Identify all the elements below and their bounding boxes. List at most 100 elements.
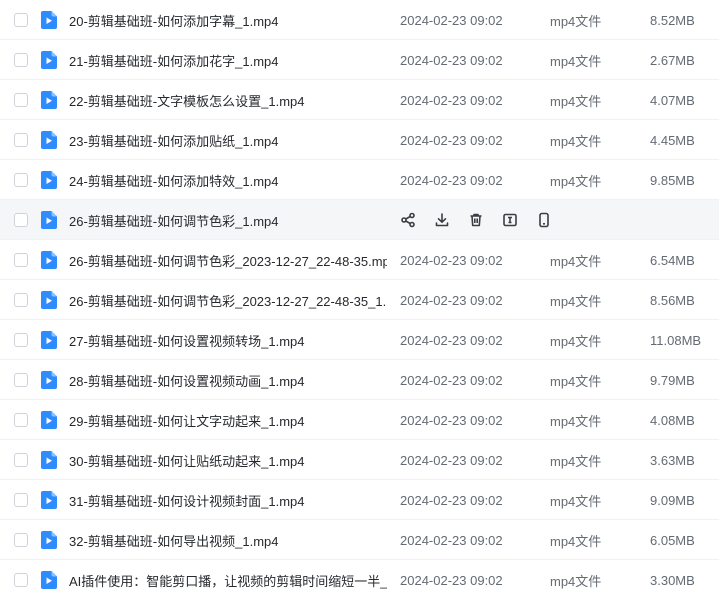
- file-size: 4.08MB: [650, 412, 695, 428]
- file-list: 20-剪辑基础班-如何添加字幕_1.mp4 2024-02-23 09:02 mp4…: [0, 0, 719, 594]
- video-file-icon: [41, 251, 57, 269]
- file-type: mp4文件: [550, 13, 602, 29]
- file-row[interactable]: 30-剪辑基础班-如何让贴纸动起来_1.mp4 2024-02-23 09:02 m…: [0, 440, 719, 480]
- file-name[interactable]: 23-剪辑基础班-如何添加贴纸_1.mp4: [69, 131, 387, 150]
- delete-icon[interactable]: [467, 211, 485, 229]
- file-date: 2024-02-23 09:02: [400, 12, 503, 28]
- row-checkbox[interactable]: [14, 333, 28, 347]
- file-name[interactable]: 26-剪辑基础班-如何调节色彩_2023-12-27_22-48-35_1...…: [69, 291, 387, 310]
- file-row[interactable]: 22-剪辑基础班-文字模板怎么设置_1.mp4 2024-02-23 09:02 m…: [0, 80, 719, 120]
- row-checkbox[interactable]: [14, 533, 28, 547]
- file-row[interactable]: 28-剪辑基础班-如何设置视频动画_1.mp4 2024-02-23 09:02 m…: [0, 360, 719, 400]
- file-name[interactable]: 22-剪辑基础班-文字模板怎么设置_1.mp4: [69, 91, 387, 110]
- file-name[interactable]: 21-剪辑基础班-如何添加花字_1.mp4: [69, 51, 387, 70]
- file-name[interactable]: 31-剪辑基础班-如何设计视频封面_1.mp4: [69, 491, 387, 510]
- file-name[interactable]: 27-剪辑基础班-如何设置视频转场_1.mp4: [69, 331, 387, 350]
- file-type: mp4文件: [550, 253, 602, 269]
- video-file-icon: [41, 371, 57, 389]
- file-date: 2024-02-23 09:02: [400, 332, 503, 348]
- file-size: 8.56MB: [650, 292, 695, 308]
- file-name[interactable]: 30-剪辑基础班-如何让贴纸动起来_1.mp4: [69, 451, 387, 470]
- file-size: 6.54MB: [650, 252, 695, 268]
- row-checkbox[interactable]: [14, 133, 28, 147]
- file-size: 4.07MB: [650, 92, 695, 108]
- row-checkbox[interactable]: [14, 93, 28, 107]
- file-name[interactable]: 29-剪辑基础班-如何让文字动起来_1.mp4: [69, 411, 387, 430]
- file-name[interactable]: 26-剪辑基础班-如何调节色彩_2023-12-27_22-48-35.mp4: [69, 251, 387, 270]
- file-name[interactable]: 26-剪辑基础班-如何调节色彩_1.mp4: [69, 211, 387, 230]
- file-row[interactable]: 21-剪辑基础班-如何添加花字_1.mp4 2024-02-23 09:02 mp4…: [0, 40, 719, 80]
- file-size: 4.45MB: [650, 132, 695, 148]
- file-row[interactable]: 31-剪辑基础班-如何设计视频封面_1.mp4 2024-02-23 09:02 m…: [0, 480, 719, 520]
- row-checkbox[interactable]: [14, 493, 28, 507]
- video-file-icon: [41, 451, 57, 469]
- file-date: 2024-02-23 09:02: [400, 132, 503, 148]
- row-checkbox[interactable]: [14, 573, 28, 587]
- file-date: 2024-02-23 09:02: [400, 412, 503, 428]
- file-row[interactable]: AI插件使用：智能剪口播，让视频的剪辑时间缩短一半_1.... 2024-02-2…: [0, 560, 719, 594]
- file-name[interactable]: 24-剪辑基础班-如何添加特效_1.mp4: [69, 171, 387, 190]
- file-row[interactable]: 26-剪辑基础班-如何调节色彩_2023-12-27_22-48-35.mp4 2…: [0, 240, 719, 280]
- file-row[interactable]: 23-剪辑基础班-如何添加贴纸_1.mp4 2024-02-23 09:02 mp4…: [0, 120, 719, 160]
- row-checkbox[interactable]: [14, 373, 28, 387]
- row-checkbox[interactable]: [14, 253, 28, 267]
- file-size: 9.85MB: [650, 172, 695, 188]
- file-type: mp4文件: [550, 93, 602, 109]
- video-file-icon: [41, 131, 57, 149]
- file-type: mp4文件: [550, 413, 602, 429]
- file-size: 3.30MB: [650, 572, 695, 588]
- file-row[interactable]: 29-剪辑基础班-如何让文字动起来_1.mp4 2024-02-23 09:02 m…: [0, 400, 719, 440]
- file-size: 8.52MB: [650, 12, 695, 28]
- file-date: 2024-02-23 09:02: [400, 252, 503, 268]
- file-date: 2024-02-23 09:02: [400, 52, 503, 68]
- row-checkbox[interactable]: [14, 453, 28, 467]
- video-file-icon: [41, 411, 57, 429]
- file-row[interactable]: 27-剪辑基础班-如何设置视频转场_1.mp4 2024-02-23 09:02 m…: [0, 320, 719, 360]
- file-row[interactable]: 24-剪辑基础班-如何添加特效_1.mp4 2024-02-23 09:02 mp4…: [0, 160, 719, 200]
- file-type: mp4文件: [550, 573, 602, 589]
- row-checkbox[interactable]: [14, 213, 28, 227]
- file-type: mp4文件: [550, 533, 602, 549]
- file-type: mp4文件: [550, 373, 602, 389]
- file-date: 2024-02-23 09:02: [400, 572, 503, 588]
- file-date: 2024-02-23 09:02: [400, 172, 503, 188]
- file-name[interactable]: 32-剪辑基础班-如何导出视频_1.mp4: [69, 531, 387, 550]
- file-size: 9.79MB: [650, 372, 695, 388]
- video-file-icon: [41, 51, 57, 69]
- row-checkbox[interactable]: [14, 13, 28, 27]
- row-checkbox[interactable]: [14, 413, 28, 427]
- file-date: 2024-02-23 09:02: [400, 372, 503, 388]
- row-checkbox[interactable]: [14, 53, 28, 67]
- file-type: mp4文件: [550, 453, 602, 469]
- file-row[interactable]: 26-剪辑基础班-如何调节色彩_1.mp4: [0, 200, 719, 240]
- share-icon[interactable]: [399, 211, 417, 229]
- video-file-icon: [41, 491, 57, 509]
- file-type: mp4文件: [550, 133, 602, 149]
- file-date: 2024-02-23 09:02: [400, 492, 503, 508]
- download-icon[interactable]: [433, 211, 451, 229]
- file-type: mp4文件: [550, 333, 602, 349]
- file-row[interactable]: 20-剪辑基础班-如何添加字幕_1.mp4 2024-02-23 09:02 mp4…: [0, 0, 719, 40]
- row-actions: [399, 211, 553, 229]
- video-file-icon: [41, 571, 57, 589]
- file-date: 2024-02-23 09:02: [400, 452, 503, 468]
- file-name[interactable]: AI插件使用：智能剪口播，让视频的剪辑时间缩短一半_1....: [69, 571, 387, 590]
- row-checkbox[interactable]: [14, 173, 28, 187]
- file-row[interactable]: 26-剪辑基础班-如何调节色彩_2023-12-27_22-48-35_1...…: [0, 280, 719, 320]
- file-date: 2024-02-23 09:02: [400, 532, 503, 548]
- file-name[interactable]: 28-剪辑基础班-如何设置视频动画_1.mp4: [69, 371, 387, 390]
- file-size: 6.05MB: [650, 532, 695, 548]
- file-size: 9.09MB: [650, 492, 695, 508]
- rename-icon[interactable]: [501, 211, 519, 229]
- video-file-icon: [41, 331, 57, 349]
- file-type: mp4文件: [550, 173, 602, 189]
- file-type: mp4文件: [550, 53, 602, 69]
- file-name[interactable]: 20-剪辑基础班-如何添加字幕_1.mp4: [69, 11, 387, 30]
- mobile-icon[interactable]: [535, 211, 553, 229]
- file-row[interactable]: 32-剪辑基础班-如何导出视频_1.mp4 2024-02-23 09:02 mp4…: [0, 520, 719, 560]
- video-file-icon: [41, 291, 57, 309]
- file-date: 2024-02-23 09:02: [400, 92, 503, 108]
- row-checkbox[interactable]: [14, 293, 28, 307]
- file-size: 11.08MB: [650, 332, 702, 348]
- file-date: 2024-02-23 09:02: [400, 292, 503, 308]
